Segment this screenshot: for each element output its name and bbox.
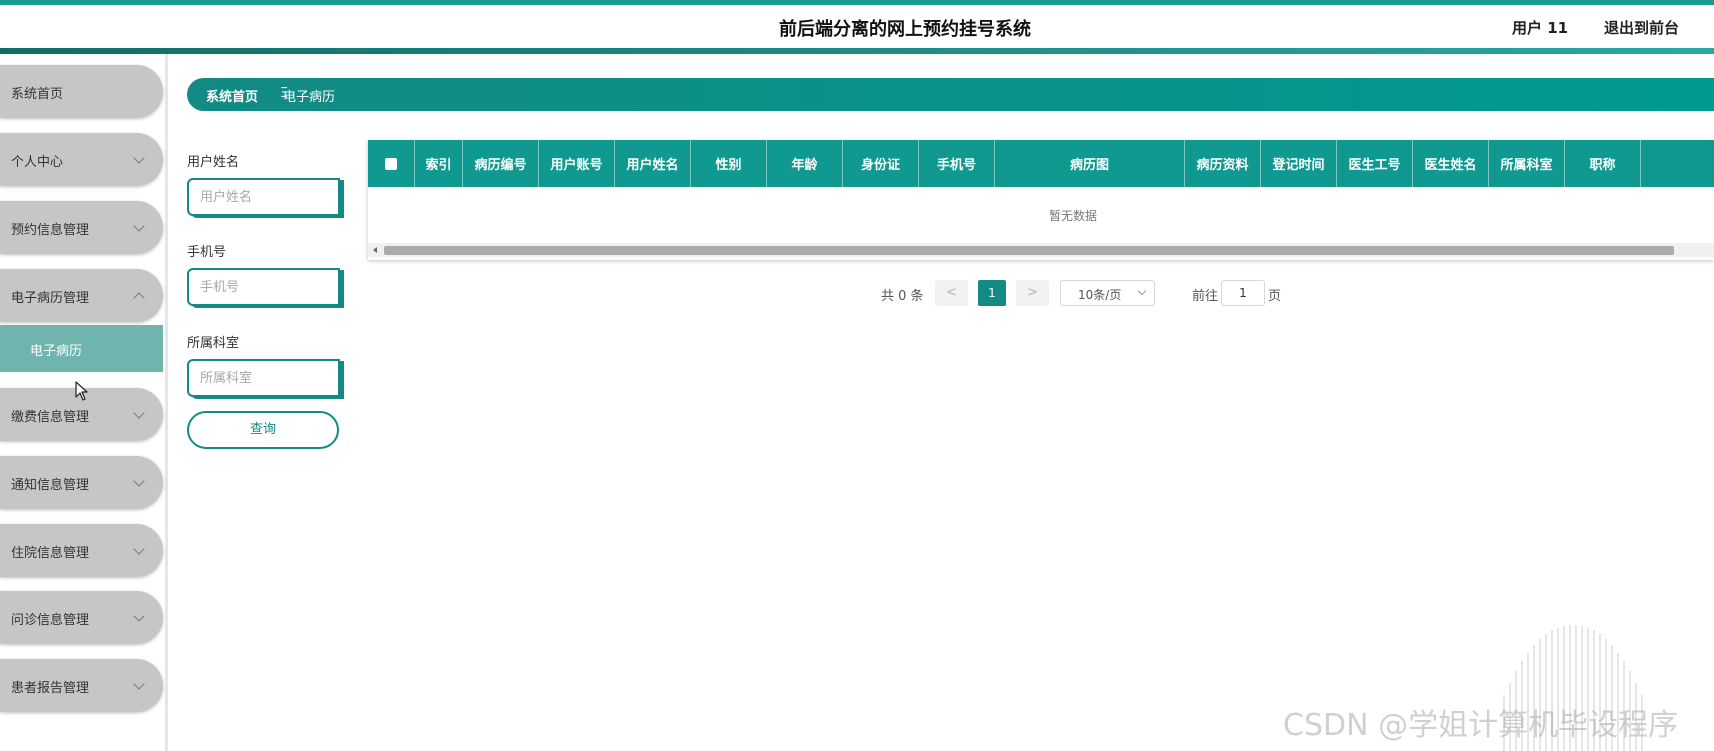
chevron-down-icon [133, 610, 145, 622]
page-size-value: 10条/页 [1078, 288, 1122, 302]
sidebar-item-label: 通知信息管理 [11, 478, 90, 493]
goto-suffix: 页 [1268, 289, 1282, 304]
page-size-select[interactable]: 10条/页 [1060, 280, 1155, 306]
select-all-cell [368, 140, 415, 187]
sidebar-item-personal-center[interactable]: 个人中心 [0, 133, 163, 186]
breadcrumb: 系统首页 Ξ 电子病历 [187, 78, 1714, 111]
pagination-next-button[interactable]: > [1016, 280, 1049, 306]
exit-to-frontend-link[interactable]: 退出到前台 [1604, 17, 1679, 38]
column-header[interactable]: 病历编号 [463, 140, 539, 187]
column-header[interactable]: 索引 [415, 140, 463, 187]
sidebar-subitem-emr[interactable]: 电子病历 [0, 325, 163, 372]
sidebar-item-inpatient[interactable]: 住院信息管理 [0, 524, 163, 577]
column-header[interactable]: 登记时间 [1261, 140, 1337, 187]
column-header[interactable]: 所属科室 [1489, 140, 1565, 187]
table-header: 索引 病历编号 用户账号 用户姓名 性别 年龄 身份证 手机号 病历图 病历资料… [368, 140, 1714, 187]
chevron-down-icon [133, 678, 145, 690]
sidebar-subitem-label: 电子病历 [30, 344, 83, 359]
goto-page-input[interactable] [1221, 280, 1265, 306]
breadcrumb-home-link[interactable]: 系统首页 [206, 86, 258, 105]
column-header[interactable]: 用户姓名 [615, 140, 691, 187]
username-input[interactable] [187, 178, 340, 216]
column-header[interactable]: 病历图 [995, 140, 1185, 187]
department-input[interactable] [187, 359, 340, 397]
sidebar-item-label: 预约信息管理 [11, 223, 90, 238]
department-label: 所属科室 [187, 336, 240, 351]
breadcrumb-current: 电子病历 [283, 90, 336, 105]
chevron-down-icon [133, 407, 145, 419]
column-header[interactable]: 用户账号 [539, 140, 615, 187]
header: 前后端分离的网上预约挂号系统 用户 11 退出到前台 [0, 5, 1714, 48]
chevron-down-icon [133, 220, 145, 232]
select-all-checkbox[interactable] [385, 157, 397, 170]
column-header[interactable]: 病历资料 [1185, 140, 1261, 187]
sidebar-item-emr-management[interactable]: 电子病历管理 [0, 269, 163, 322]
chevron-down-icon [133, 152, 145, 164]
query-button[interactable]: 查询 [187, 411, 339, 449]
mouse-cursor-icon [75, 381, 88, 401]
sidebar-item-label: 系统首页 [11, 87, 64, 102]
column-header[interactable]: 手机号 [919, 140, 995, 187]
column-header[interactable]: 医生工号 [1337, 140, 1413, 187]
column-header[interactable]: 性别 [691, 140, 767, 187]
column-header[interactable]: 年龄 [767, 140, 843, 187]
column-header[interactable]: 医生姓名 [1413, 140, 1489, 187]
table-horizontal-scrollbar[interactable] [368, 243, 1714, 257]
sidebar-item-patient-report[interactable]: 患者报告管理 [0, 659, 163, 712]
chevron-up-icon [133, 292, 145, 304]
chevron-down-icon [1137, 286, 1147, 296]
username-label: 用户姓名 [187, 155, 240, 170]
sidebar-item-appointment[interactable]: 预约信息管理 [0, 201, 163, 254]
watermark-text: CSDN @学姐计算机毕设程序 [1283, 708, 1679, 743]
sidebar: 系统首页 个人中心 预约信息管理 电子病历管理 电子病历 缴费信息管理 通知信息… [0, 54, 168, 751]
sidebar-item-label: 个人中心 [11, 155, 64, 170]
sidebar-item-label: 住院信息管理 [11, 546, 90, 561]
sidebar-item-home[interactable]: 系统首页 [0, 65, 163, 118]
table-empty-text: 暂无数据 [1048, 209, 1097, 223]
scroll-left-arrow-icon[interactable] [373, 247, 377, 253]
pagination-total: 共 0 条 [881, 289, 924, 304]
pagination-page-1[interactable]: 1 [978, 280, 1006, 306]
goto-prefix: 前往 [1192, 289, 1219, 304]
user-label: 用户 11 [1512, 19, 1569, 37]
sidebar-item-label: 患者报告管理 [11, 681, 90, 696]
sidebar-item-label: 问诊信息管理 [11, 613, 90, 628]
sidebar-item-notice[interactable]: 通知信息管理 [0, 456, 163, 509]
sidebar-item-label: 电子病历管理 [11, 291, 90, 306]
column-header[interactable]: 身份证 [843, 140, 919, 187]
phone-label: 手机号 [187, 245, 227, 260]
scrollbar-thumb[interactable] [384, 246, 1674, 255]
page-title: 前后端分离的网上预约挂号系统 [779, 19, 1031, 40]
sidebar-item-consultation[interactable]: 问诊信息管理 [0, 591, 163, 644]
emr-table: 索引 病历编号 用户账号 用户姓名 性别 年龄 身份证 手机号 病历图 病历资料… [368, 140, 1714, 260]
sidebar-item-label: 缴费信息管理 [11, 410, 90, 425]
column-header[interactable]: 职称 [1565, 140, 1641, 187]
chevron-down-icon [133, 543, 145, 555]
chevron-down-icon [133, 475, 145, 487]
pagination-prev-button[interactable]: < [935, 280, 968, 306]
header-bottom-bar [0, 48, 1714, 54]
phone-input[interactable] [187, 268, 340, 306]
